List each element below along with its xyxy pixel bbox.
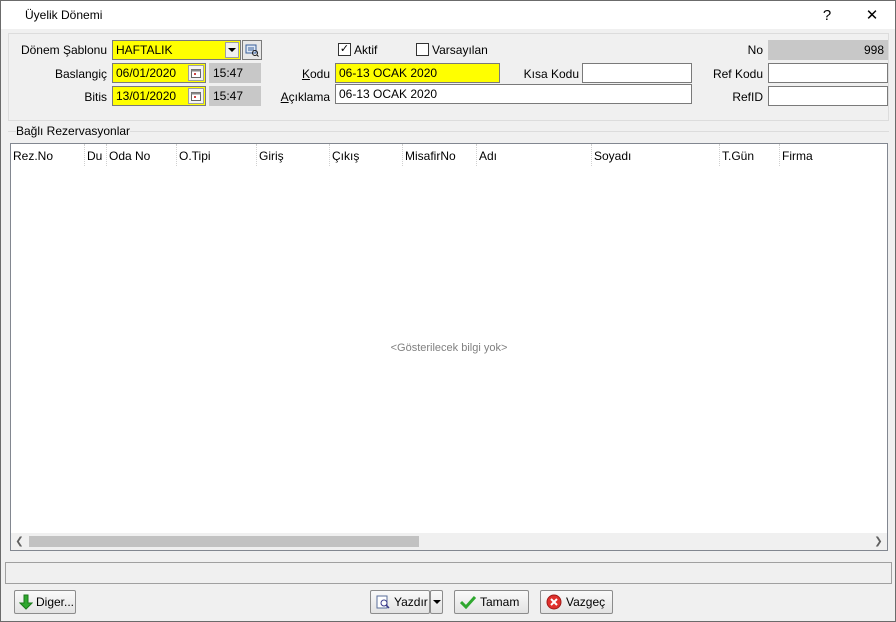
chevron-down-icon — [432, 600, 441, 604]
ref-id-label: RefID — [732, 90, 763, 104]
chevron-down-icon[interactable] — [225, 42, 239, 58]
no-value: 998 — [863, 43, 884, 57]
column-header[interactable]: T.Gün — [720, 144, 780, 166]
short-code-label: Kısa Kodu — [523, 67, 579, 81]
print-button-label: Yazdır — [394, 595, 428, 609]
calendar-icon[interactable] — [188, 65, 204, 81]
print-dropdown-button[interactable] — [430, 590, 443, 614]
empty-message: <Gösterilecek bilgi yok> — [390, 342, 508, 354]
desc-field[interactable]: 06-13 OCAK 2020 — [335, 84, 692, 104]
ref-code-field[interactable] — [768, 63, 888, 83]
scroll-left-icon[interactable]: ❮ — [11, 533, 28, 550]
column-header[interactable]: Oda No — [107, 144, 177, 166]
end-date-value: 13/01/2020 — [116, 89, 177, 103]
grid-header: Rez.No Du Oda No O.Tipi Giriş Çıkış Misa… — [11, 144, 887, 166]
other-button-label: Diger... — [36, 595, 75, 609]
code-label: Kodu — [301, 67, 330, 81]
arrow-down-icon — [19, 593, 33, 611]
status-bar — [5, 562, 892, 584]
ok-button-label: Tamam — [480, 595, 520, 609]
column-header[interactable]: Adı — [477, 144, 592, 166]
column-header[interactable]: MisafirNo — [403, 144, 477, 166]
check-icon: ✓ — [339, 43, 350, 55]
cancel-button[interactable]: Vazgeç — [540, 590, 613, 614]
column-header[interactable]: O.Tipi — [177, 144, 257, 166]
no-field: 998 — [768, 40, 888, 60]
template-select[interactable]: HAFTALIK — [112, 40, 241, 60]
group-divider — [8, 131, 889, 132]
no-label: No — [747, 43, 763, 57]
end-time-field[interactable]: 15:47 — [209, 86, 261, 106]
start-label: Baslangiç — [54, 67, 107, 81]
help-button[interactable]: ? — [804, 1, 850, 29]
print-button[interactable]: Yazdır — [370, 590, 430, 614]
template-label: Dönem Şablonu — [20, 43, 107, 57]
default-checkbox[interactable] — [416, 43, 429, 56]
end-label: Bitis — [84, 90, 107, 104]
desc-label: Açıklama — [280, 90, 330, 104]
checkmark-icon — [459, 593, 477, 611]
window-title: Üyelik Dönemi — [25, 8, 103, 22]
start-time-value: 15:47 — [213, 66, 244, 80]
column-header[interactable]: Rez.No — [11, 144, 85, 166]
code-field[interactable]: 06-13 OCAK 2020 — [335, 63, 500, 83]
close-button[interactable]: ✕ — [849, 1, 895, 29]
scroll-thumb[interactable] — [29, 536, 419, 547]
print-icon — [375, 593, 391, 611]
dialog-window: Üyelik Dönemi ? ✕ Dönem Şablonu HAFTALIK… — [0, 0, 896, 622]
cancel-button-label: Vazgeç — [566, 595, 606, 609]
title-bar: Üyelik Dönemi ? ✕ — [1, 1, 895, 29]
default-label: Varsayılan — [432, 43, 488, 57]
calendar-icon[interactable] — [188, 88, 204, 104]
column-header[interactable]: Du — [85, 144, 107, 166]
column-header[interactable]: Firma — [780, 144, 887, 166]
lookup-icon — [245, 44, 259, 57]
column-header[interactable]: Giriş — [257, 144, 330, 166]
cancel-icon — [545, 593, 563, 611]
start-date-value: 06/01/2020 — [116, 66, 177, 80]
ok-button[interactable]: Tamam — [454, 590, 529, 614]
active-label: Aktif — [354, 43, 378, 57]
short-code-field[interactable] — [582, 63, 692, 83]
desc-value: 06-13 OCAK 2020 — [339, 87, 438, 101]
start-time-field[interactable]: 15:47 — [209, 63, 261, 83]
end-time-value: 15:47 — [213, 89, 244, 103]
code-value: 06-13 OCAK 2020 — [339, 66, 438, 80]
column-header[interactable]: Çıkış — [330, 144, 403, 166]
ref-code-label: Ref Kodu — [712, 67, 763, 81]
reservations-grid[interactable]: Rez.No Du Oda No O.Tipi Giriş Çıkış Misa… — [10, 143, 888, 551]
reservations-group-label: Bağlı Rezervasyonlar — [16, 124, 131, 138]
scroll-right-icon[interactable]: ❯ — [870, 533, 887, 550]
ref-id-field[interactable] — [768, 86, 888, 106]
template-value: HAFTALIK — [116, 43, 173, 57]
column-header[interactable]: Soyadı — [592, 144, 720, 166]
template-lookup-button[interactable] — [242, 40, 262, 60]
other-button[interactable]: Diger... — [14, 590, 76, 614]
horizontal-scrollbar[interactable]: ❮ ❯ — [11, 533, 887, 550]
active-checkbox[interactable]: ✓ — [338, 43, 351, 56]
